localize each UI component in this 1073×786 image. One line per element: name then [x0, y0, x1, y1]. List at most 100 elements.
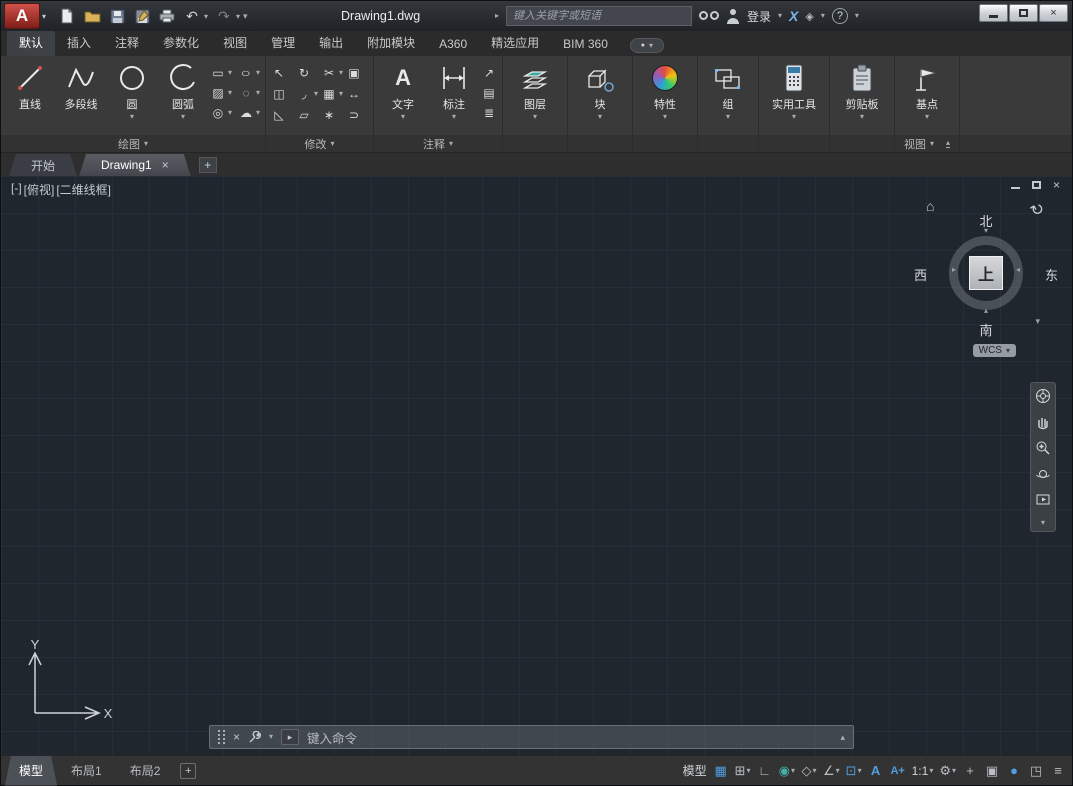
ribbon-tab-manage[interactable]: 管理: [259, 30, 307, 56]
line-tool-button[interactable]: 直线: [6, 59, 54, 112]
mirror-tool-button[interactable]: ◫: [271, 86, 287, 102]
groups-panel-button[interactable]: 组 ▾: [703, 59, 753, 121]
qat-overflow-caret-icon[interactable]: ▾: [243, 11, 248, 22]
isodraft-toggle[interactable]: ◇▾: [799, 760, 819, 782]
text-caret-icon[interactable]: ▾: [401, 113, 405, 121]
viewcube-rotate-down-icon[interactable]: ▴: [926, 306, 1046, 315]
autotrack-toggle[interactable]: ∠▾: [821, 760, 842, 782]
layout-tab-layout1[interactable]: 布局1: [57, 756, 116, 786]
annotation-autoscale-toggle[interactable]: A+: [888, 760, 908, 782]
boundary-tool-button[interactable]: ◌▾: [238, 85, 260, 101]
polar-tracking-toggle[interactable]: ◉▾: [777, 760, 797, 782]
undo-caret-icon[interactable]: ▾: [204, 12, 208, 21]
steering-wheel-icon[interactable]: [1034, 387, 1052, 405]
doc-close-button[interactable]: ×: [1053, 178, 1060, 192]
command-prompt-text[interactable]: 键入命令: [307, 728, 357, 747]
communication-caret-icon[interactable]: ▾: [821, 12, 825, 20]
circle-caret-icon[interactable]: ▾: [130, 113, 134, 121]
new-file-button[interactable]: [58, 7, 76, 25]
undo-button[interactable]: ↶: [183, 7, 201, 25]
clean-screen-button[interactable]: ◳: [1026, 760, 1046, 782]
ucs-icon[interactable]: Y X: [15, 639, 115, 727]
annotation-monitor-button[interactable]: +: [960, 760, 980, 782]
help-search-input[interactable]: [506, 6, 692, 26]
viewport-visual-style-control[interactable]: [二维线框]: [56, 181, 111, 198]
new-drawing-tab-button[interactable]: +: [199, 157, 217, 173]
workspace-switching-button[interactable]: ⚙▾: [937, 760, 958, 782]
command-line-grip[interactable]: [218, 730, 225, 744]
new-layout-button[interactable]: +: [180, 763, 196, 779]
arc-caret-icon[interactable]: ▾: [181, 113, 185, 121]
plot-button[interactable]: [158, 7, 176, 25]
ribbon-minimize-icon[interactable]: ▴: [946, 139, 950, 148]
save-as-button[interactable]: [133, 7, 151, 25]
navbar-caret-icon[interactable]: ▾: [1041, 519, 1045, 527]
trim-tool-button[interactable]: ✂▾: [321, 65, 343, 81]
open-file-button[interactable]: [83, 7, 101, 25]
ellipse-tool-button[interactable]: ○▾: [238, 65, 260, 81]
orbit-icon[interactable]: [1034, 465, 1052, 483]
signin-person-icon[interactable]: [726, 9, 740, 24]
model-space-button[interactable]: 模型: [681, 760, 709, 782]
search-expand-icon[interactable]: ▸: [495, 12, 499, 20]
zoom-icon[interactable]: [1034, 439, 1052, 457]
wcs-dropdown[interactable]: WCS ▾: [973, 344, 1016, 357]
rectangle-tool-button[interactable]: ▭▾: [210, 65, 232, 81]
viewcube-menu-caret-icon[interactable]: ▾: [1035, 316, 1040, 327]
viewport-menu-control[interactable]: [-]: [11, 181, 22, 198]
search-binoculars-icon[interactable]: [699, 9, 719, 23]
table-tool-button[interactable]: ▤: [481, 85, 497, 101]
ribbon-tab-a360[interactable]: A360: [427, 33, 479, 56]
ribbon-tab-insert[interactable]: 插入: [55, 30, 103, 56]
move-tool-button[interactable]: ↖: [271, 65, 287, 81]
ribbon-tab-view[interactable]: 视图: [211, 30, 259, 56]
application-menu-caret-icon[interactable]: ▾: [42, 12, 46, 21]
fillet-tool-button[interactable]: ◞▾: [296, 86, 318, 102]
scale-tool-button[interactable]: ◺: [271, 107, 287, 123]
close-button[interactable]: ×: [1039, 4, 1068, 22]
viewcube-rotate-up-icon[interactable]: ▾: [926, 226, 1046, 235]
save-button[interactable]: [108, 7, 126, 25]
osnap-toggle[interactable]: ⊡▾: [844, 760, 864, 782]
customize-button[interactable]: ≡: [1048, 760, 1068, 782]
view-panel-title[interactable]: 视图 ▾ ▴: [895, 135, 959, 152]
layout-tab-layout2[interactable]: 布局2: [116, 756, 175, 786]
viewport-view-control[interactable]: [俯视]: [24, 181, 55, 198]
modify-panel-title[interactable]: 修改▾: [266, 135, 373, 152]
file-tab-drawing1[interactable]: Drawing1 ×: [79, 154, 191, 176]
block-panel-button[interactable]: 块 ▾: [573, 59, 627, 121]
utilities-panel-button[interactable]: 实用工具 ▾: [764, 59, 824, 121]
file-tab-start[interactable]: 开始: [9, 154, 77, 176]
annotation-scale-button[interactable]: 1:1▾: [910, 760, 936, 782]
command-line-close-icon[interactable]: ×: [233, 730, 240, 744]
redo-button[interactable]: ↷: [215, 7, 233, 25]
arc-tool-button[interactable]: 圆弧 ▾: [159, 59, 207, 121]
help-button[interactable]: ?: [832, 8, 848, 24]
ribbon-tab-bim360[interactable]: BIM 360: [551, 33, 620, 56]
mtext-tool-button[interactable]: ≣: [481, 105, 497, 121]
viewcube-rotate-left-icon[interactable]: ▸: [952, 265, 956, 274]
viewcube-south-label[interactable]: 南: [926, 320, 1046, 339]
graphics-performance-button[interactable]: ●: [1004, 760, 1024, 782]
array-tool-button[interactable]: ▦▾: [321, 86, 343, 102]
ribbon-tab-addins[interactable]: 附加模块: [355, 30, 427, 56]
viewcube-top-face[interactable]: 上: [969, 256, 1003, 290]
exchange-apps-icon[interactable]: X: [789, 8, 798, 24]
circle-tool-button[interactable]: 圆 ▾: [108, 59, 156, 121]
doc-restore-button[interactable]: [1032, 178, 1041, 192]
stretch-tool-button[interactable]: ↔: [346, 86, 362, 102]
signin-label[interactable]: 登录: [747, 8, 771, 25]
erase-tool-button[interactable]: ▱: [296, 107, 312, 123]
isolate-objects-button[interactable]: ▣: [982, 760, 1002, 782]
layers-panel-button[interactable]: 图层 ▾: [508, 59, 562, 121]
clipboard-panel-button[interactable]: 剪贴板 ▾: [835, 59, 889, 121]
copy-tool-button[interactable]: ▣: [346, 65, 362, 81]
offset-tool-button[interactable]: ⊃: [346, 107, 362, 123]
ribbon-tab-featured-apps[interactable]: 精选应用: [479, 30, 551, 56]
ribbon-tab-output[interactable]: 输出: [307, 30, 355, 56]
communication-center-icon[interactable]: ◈: [805, 10, 813, 23]
donut-tool-button[interactable]: ◎▾: [210, 105, 232, 121]
application-menu-button[interactable]: A: [4, 3, 40, 29]
viewcube[interactable]: ⌂ ↻ 北 南 西 东 ▾ ▴ ▸ ◂ 上 ▾: [926, 198, 1046, 338]
ortho-toggle[interactable]: ∟: [755, 760, 775, 782]
